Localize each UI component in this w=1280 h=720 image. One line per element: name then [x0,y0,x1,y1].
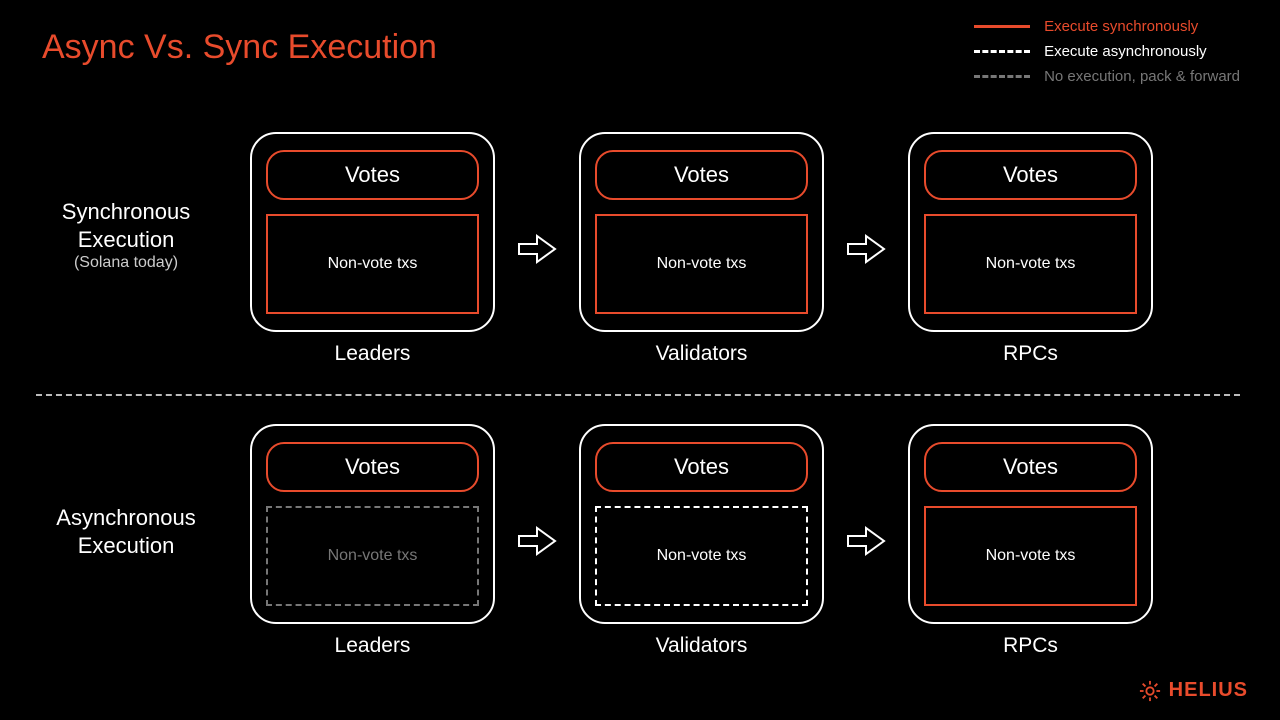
section-title-async: Asynchronous Execution [36,504,216,559]
node-rpcs-async: Votes Non-vote txs RPCs [908,424,1153,658]
node-label-leaders: Leaders [335,342,411,366]
brand-text: HELIUS [1169,679,1248,702]
legend-line-async-icon [974,50,1030,53]
arrow-right-icon [846,526,886,556]
arrow-right-icon [517,526,557,556]
node-box: Votes Non-vote txs [579,424,824,624]
legend-line-sync-icon [974,25,1030,28]
node-leaders-sync: Votes Non-vote txs Leaders [250,132,495,366]
pill-nonvote: Non-vote txs [924,214,1137,314]
legend-row-none: No execution, pack & forward [974,68,1240,85]
pill-nonvote: Non-vote txs [266,214,479,314]
pill-nonvote: Non-vote txs [595,506,808,606]
pill-votes: Votes [595,442,808,492]
legend-line-none-icon [974,75,1030,78]
legend-label-none: No execution, pack & forward [1044,68,1240,85]
node-box: Votes Non-vote txs [250,132,495,332]
node-label-leaders: Leaders [335,634,411,658]
row-sync: Votes Non-vote txs Leaders Votes Non-vot… [250,132,1153,366]
legend-row-sync: Execute synchronously [974,18,1240,35]
section-label-sync: Synchronous Execution (Solana today) [36,198,216,273]
node-box: Votes Non-vote txs [908,424,1153,624]
section-subtitle-sync: (Solana today) [36,253,216,273]
arrow-right-icon [846,234,886,264]
pill-votes: Votes [924,442,1137,492]
pill-votes: Votes [266,150,479,200]
node-label-rpcs: RPCs [1003,634,1058,658]
pill-nonvote: Non-vote txs [924,506,1137,606]
node-label-rpcs: RPCs [1003,342,1058,366]
pill-votes: Votes [595,150,808,200]
node-box: Votes Non-vote txs [250,424,495,624]
legend-row-async: Execute asynchronously [974,43,1240,60]
helius-sun-icon [1139,680,1161,702]
section-title-sync: Synchronous Execution [36,198,216,253]
node-leaders-async: Votes Non-vote txs Leaders [250,424,495,658]
node-validators-sync: Votes Non-vote txs Validators [579,132,824,366]
pill-votes: Votes [266,442,479,492]
node-validators-async: Votes Non-vote txs Validators [579,424,824,658]
node-label-validators: Validators [656,342,748,366]
node-label-validators: Validators [656,634,748,658]
node-rpcs-sync: Votes Non-vote txs RPCs [908,132,1153,366]
legend: Execute synchronously Execute asynchrono… [974,18,1240,93]
pill-nonvote: Non-vote txs [595,214,808,314]
brand-logo: HELIUS [1139,679,1248,702]
section-label-async: Asynchronous Execution [36,504,216,559]
arrow-right-icon [517,234,557,264]
slide-title: Async Vs. Sync Execution [42,28,437,67]
node-box: Votes Non-vote txs [908,132,1153,332]
row-async: Votes Non-vote txs Leaders Votes Non-vot… [250,424,1153,658]
node-box: Votes Non-vote txs [579,132,824,332]
legend-label-sync: Execute synchronously [1044,18,1198,35]
pill-votes: Votes [924,150,1137,200]
pill-nonvote: Non-vote txs [266,506,479,606]
section-divider [36,394,1240,396]
legend-label-async: Execute asynchronously [1044,43,1207,60]
